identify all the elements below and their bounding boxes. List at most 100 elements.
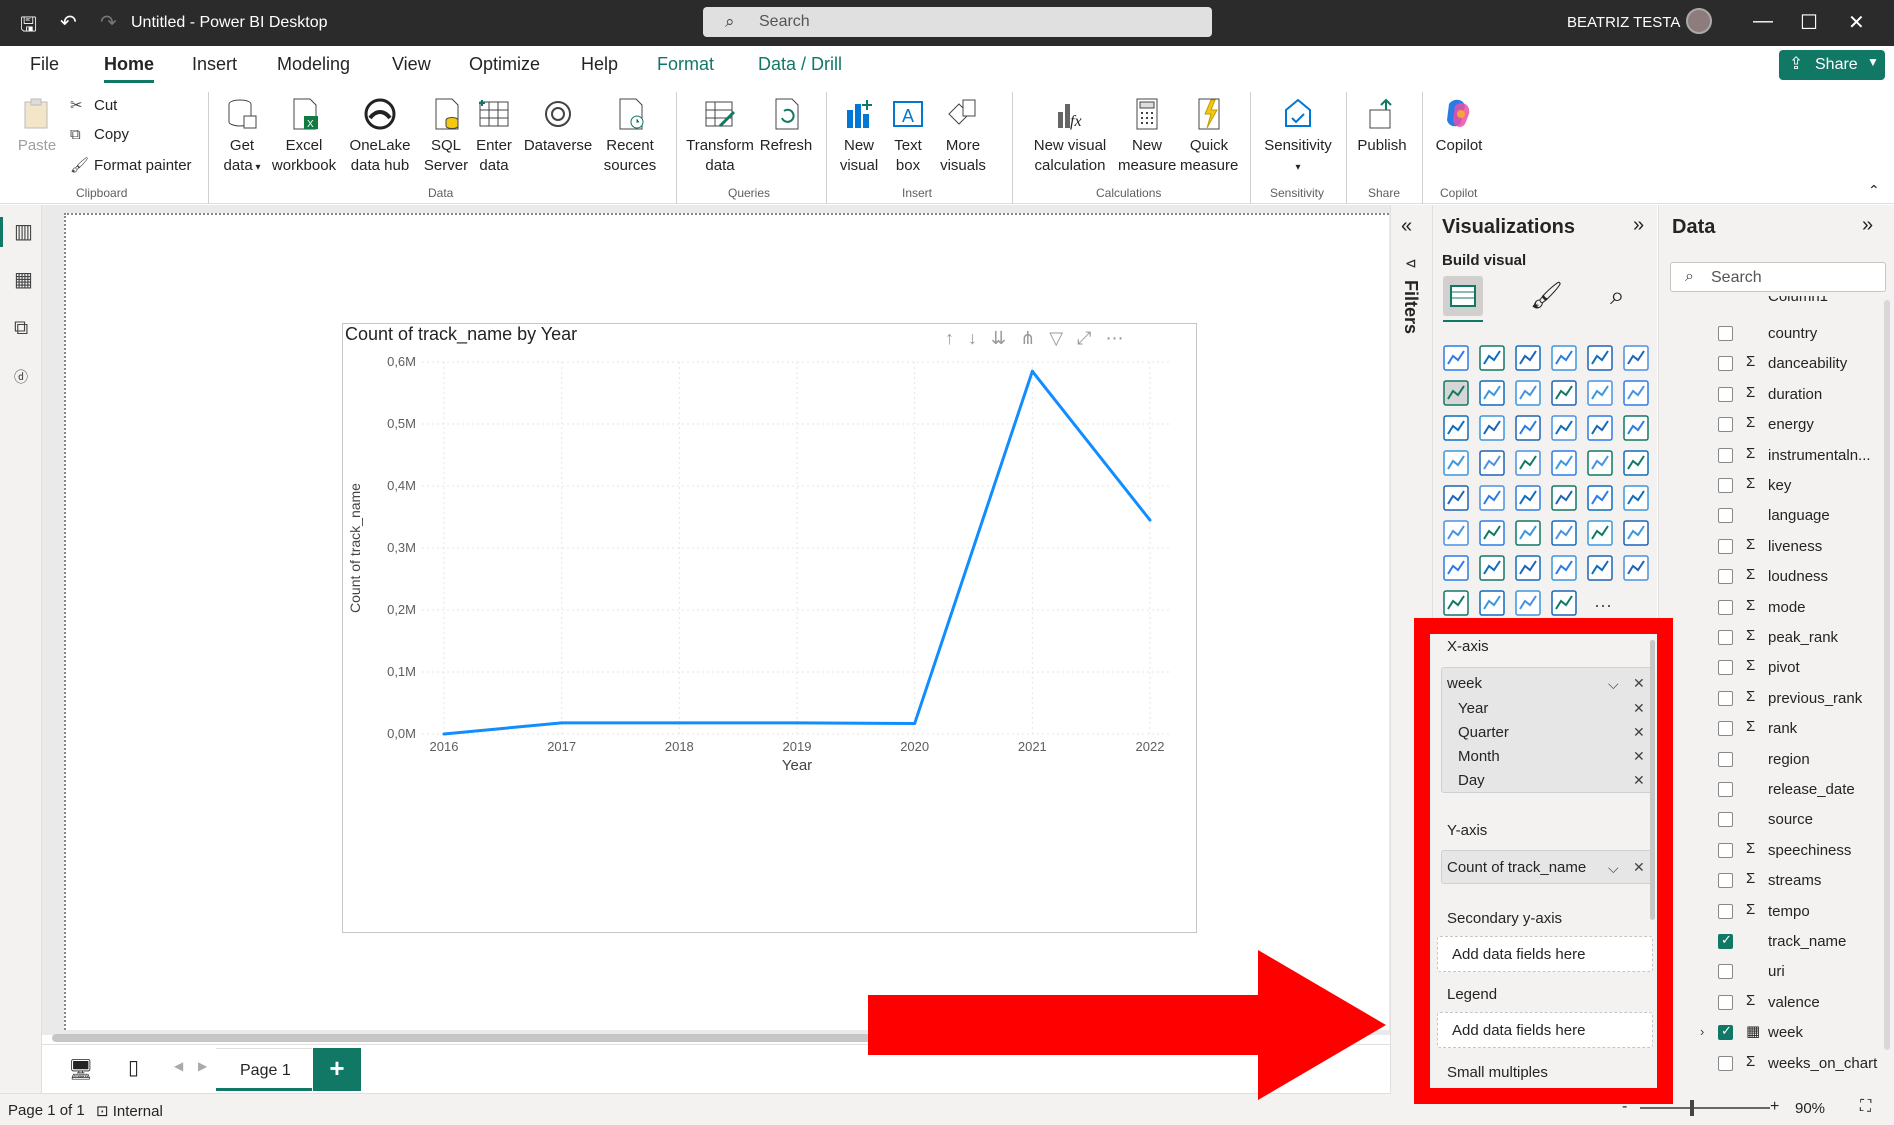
search-visual-icon[interactable] (1443, 590, 1469, 616)
publish-button[interactable]: Publish (1354, 96, 1410, 156)
tab-modeling[interactable]: Modeling (277, 54, 350, 75)
build-visual-tab[interactable] (1443, 276, 1483, 316)
field-danceability[interactable]: Σdanceability (1700, 351, 1890, 377)
avatar[interactable] (1686, 8, 1712, 34)
line-chart-icon[interactable] (1443, 380, 1469, 406)
onelake-button[interactable]: OneLake data hub (342, 96, 418, 176)
tab-format[interactable]: Format (657, 54, 714, 75)
field-checkbox[interactable] (1718, 812, 1733, 828)
copilot-button[interactable]: Copilot (1430, 96, 1488, 156)
tab-data-drill[interactable]: Data / Drill (758, 54, 842, 75)
field-checkbox[interactable] (1718, 1023, 1733, 1041)
field-wells-scrollbar[interactable] (1650, 640, 1655, 920)
qna-icon[interactable] (1551, 520, 1577, 546)
secondary-y-axis-well[interactable]: Add data fields here (1437, 936, 1653, 972)
matrix-icon[interactable] (1587, 485, 1613, 511)
sql-server-button[interactable]: SQL Server (422, 96, 470, 176)
chevron-down-icon[interactable]: ⌵ (1608, 676, 1619, 693)
drill-up-icon[interactable]: ↑ (945, 328, 968, 348)
field-checkbox[interactable] (1718, 508, 1733, 524)
redo-icon[interactable]: ↷ (100, 10, 117, 35)
hierarchy-level-quarter[interactable]: Quarter (1458, 724, 1509, 741)
copy-button[interactable]: ⧉ Copy (70, 126, 129, 143)
more-options-icon[interactable]: ⋯ (1105, 328, 1137, 348)
field-checkbox[interactable] (1718, 842, 1733, 858)
analytics-icon[interactable]: ⌕ (1610, 280, 1625, 312)
sensitivity-button[interactable]: Sensitivity ▾ (1258, 96, 1338, 178)
funnel-icon[interactable] (1515, 415, 1541, 441)
add-page-button[interactable]: + (313, 1048, 361, 1091)
field-weeks-on-chart[interactable]: Σweeks_on_chart (1700, 1051, 1890, 1077)
field-key[interactable]: Σkey (1700, 473, 1890, 499)
gauge-icon[interactable] (1587, 450, 1613, 476)
field-instrumentaln-[interactable]: Σinstrumentaln... (1700, 443, 1890, 469)
cut-button[interactable]: ✂ Cut (70, 96, 117, 114)
filled-map-icon[interactable] (1515, 450, 1541, 476)
clustered-bar-icon[interactable] (1515, 345, 1541, 371)
enter-data-button[interactable]: Enter data (472, 96, 516, 176)
x-axis-field[interactable]: week (1447, 675, 1482, 692)
remove-field-icon[interactable]: ✕ (1633, 675, 1645, 692)
r-visual-icon[interactable] (1623, 485, 1649, 511)
remove-field-icon[interactable]: ✕ (1633, 859, 1645, 876)
paginated-report-icon[interactable] (1443, 555, 1469, 581)
tab-file[interactable]: File (30, 54, 59, 75)
100-bar-icon[interactable] (1587, 345, 1613, 371)
key-influencers-icon[interactable] (1479, 520, 1505, 546)
field-checkbox[interactable] (1718, 599, 1733, 615)
zoom-slider[interactable] (1640, 1107, 1770, 1109)
field-mode[interactable]: Σmode (1700, 595, 1890, 621)
field-release-date[interactable]: release_date (1700, 777, 1890, 803)
100-column-icon[interactable] (1623, 345, 1649, 371)
user-name[interactable]: BEATRIZ TESTA (1567, 14, 1680, 31)
field-checkbox[interactable] (1718, 721, 1733, 737)
expand-hierarchy-icon[interactable]: ⋔ (1020, 328, 1049, 348)
filters-pane[interactable]: « ⊲ (1390, 205, 1432, 1094)
tab-help[interactable]: Help (581, 54, 618, 75)
stacked-bar-icon[interactable] (1443, 345, 1469, 371)
page-tab[interactable]: Page 1 (216, 1048, 312, 1091)
field-previous-rank[interactable]: Σprevious_rank (1700, 686, 1890, 712)
field-checkbox[interactable] (1718, 1055, 1733, 1071)
filter-icon[interactable]: ▽ (1049, 328, 1077, 348)
field-checkbox[interactable] (1718, 903, 1733, 919)
data-pane-scrollbar[interactable] (1884, 300, 1890, 1050)
line-clustered-icon[interactable] (1623, 380, 1649, 406)
field-checkbox[interactable] (1718, 994, 1733, 1010)
dataverse-button[interactable]: Dataverse (522, 96, 594, 156)
collapse-visualizations-icon[interactable]: » (1633, 214, 1644, 237)
donut-chart-icon[interactable] (1623, 415, 1649, 441)
share-button[interactable]: ⇪ Share ▼ (1779, 50, 1885, 80)
refresh-button[interactable]: Refresh (758, 96, 814, 156)
filters-label[interactable]: Filters (1400, 280, 1421, 334)
collapse-ribbon-icon[interactable]: ⌃ (1868, 182, 1880, 199)
field-energy[interactable]: Σenergy (1700, 412, 1890, 438)
format-visual-icon[interactable]: 🖌 (1530, 280, 1563, 311)
new-visual-button[interactable]: New visual (836, 96, 882, 176)
multi-row-card-icon[interactable] (1443, 485, 1469, 511)
arcgis-icon[interactable] (1551, 555, 1577, 581)
zoom-out-icon[interactable]: - (1622, 1098, 1627, 1116)
field-checkbox[interactable] (1718, 630, 1733, 645)
text-box-button[interactable]: A Text box (888, 96, 928, 176)
field-liveness[interactable]: Σliveness (1700, 534, 1890, 560)
field-checkbox[interactable] (1718, 932, 1733, 949)
table-view-icon[interactable]: ▦ (14, 267, 36, 291)
field-valence[interactable]: Σvalence (1700, 990, 1890, 1016)
power-automate-icon[interactable] (1515, 555, 1541, 581)
field-checkbox[interactable] (1718, 569, 1733, 585)
slicer-icon[interactable] (1515, 485, 1541, 511)
stacked-area-icon[interactable] (1515, 380, 1541, 406)
excel-workbook-button[interactable]: X Excel workbook (270, 96, 338, 176)
tab-insert[interactable]: Insert (192, 54, 237, 75)
azure-map-icon[interactable] (1551, 450, 1577, 476)
paste-button[interactable]: Paste (16, 96, 58, 156)
field-region[interactable]: region (1700, 747, 1890, 773)
hierarchy-level-day[interactable]: Day (1458, 772, 1485, 789)
field-checkbox[interactable] (1718, 447, 1733, 463)
hierarchy-level-month[interactable]: Month (1458, 748, 1500, 765)
area-chart-icon[interactable] (1479, 380, 1505, 406)
global-search-input[interactable]: ⌕ Search (703, 7, 1212, 37)
diamond-icon[interactable] (1587, 555, 1613, 581)
format-painter-button[interactable]: 🖌 Format painter (70, 156, 192, 174)
